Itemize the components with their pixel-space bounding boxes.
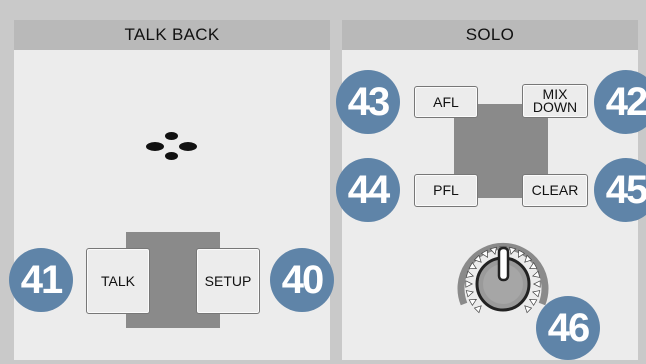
mixdown-label-line2: DOWN [532, 99, 578, 115]
callout-badge-46: 46 [536, 296, 600, 360]
knob-tick-mark [533, 280, 541, 288]
afl-button[interactable]: AFL [414, 86, 478, 118]
talk-button[interactable]: TALK [86, 248, 150, 314]
callout-badge-44: 44 [336, 158, 400, 222]
knob-tick-mark [465, 280, 473, 288]
callout-badge-43: 43 [336, 70, 400, 134]
setup-button[interactable]: SETUP [196, 248, 260, 314]
microphone-icon [146, 132, 198, 160]
knob-tick-mark [465, 290, 475, 298]
pfl-button[interactable]: PFL [414, 174, 478, 207]
talkback-header: TALK BACK [14, 20, 330, 50]
knob-tick-mark [531, 270, 541, 278]
callout-badge-41: 41 [9, 248, 73, 312]
knob-tick-mark [473, 305, 482, 314]
knob-tick-mark [528, 299, 538, 307]
knob-tick-mark [465, 270, 475, 278]
solo-header: SOLO [342, 20, 638, 50]
mixdown-button[interactable]: MIX DOWN [522, 84, 588, 118]
callout-badge-40: 40 [270, 248, 334, 312]
knob-tick-mark [524, 305, 533, 314]
knob-tick-mark [468, 299, 478, 307]
clear-button[interactable]: CLEAR [522, 174, 588, 207]
knob-tick-mark [531, 290, 541, 298]
